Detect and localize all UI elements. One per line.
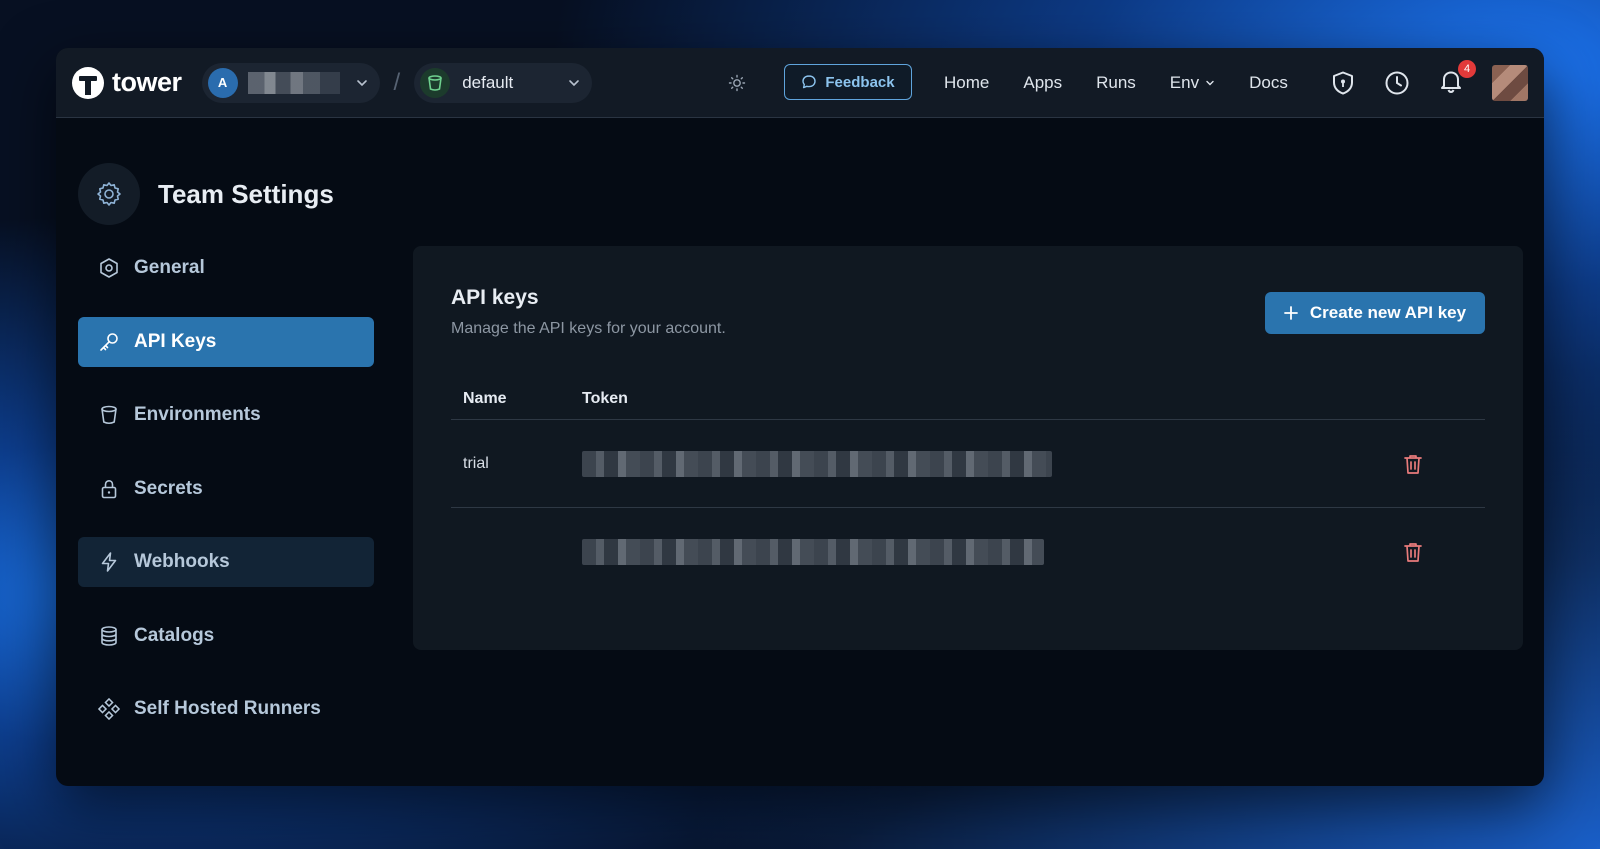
sun-icon[interactable] <box>728 74 746 92</box>
brand-logo[interactable]: tower <box>72 66 182 99</box>
sidebar-item-environments[interactable]: Environments <box>78 390 374 440</box>
panel-title: API keys <box>451 286 539 309</box>
notification-count-badge: 4 <box>1458 59 1476 78</box>
chevron-down-icon <box>1206 80 1214 86</box>
header-actions: 4 <box>1330 48 1528 118</box>
feedback-button[interactable]: Feedback <box>784 64 912 100</box>
sidebar-item-self-hosted-runners[interactable]: Self Hosted Runners <box>78 684 374 734</box>
settings-menu: General API Keys Environments Secrets We… <box>78 243 374 734</box>
feedback-label: Feedback <box>825 73 895 91</box>
create-api-key-button[interactable]: Create new API key <box>1265 292 1485 334</box>
sidebar-item-catalogs[interactable]: Catalogs <box>78 611 374 661</box>
api-keys-panel: API keys Manage the API keys for your ac… <box>413 246 1523 650</box>
column-header-name: Name <box>463 389 507 407</box>
settings-sidebar: Team Settings General API Keys Environme… <box>78 163 374 758</box>
lock-icon <box>101 479 117 498</box>
environment-selector[interactable]: default <box>414 62 593 103</box>
sidebar-item-secrets[interactable]: Secrets <box>78 464 374 514</box>
shield-icon[interactable] <box>1330 70 1356 96</box>
sidebar-item-webhooks[interactable]: Webhooks <box>78 537 374 587</box>
chevron-down-icon <box>569 79 579 86</box>
panel-subtitle: Manage the API keys for your account. <box>451 320 726 337</box>
nav-apps[interactable]: Apps <box>1023 73 1062 93</box>
key-icon <box>100 332 118 351</box>
clock-icon[interactable] <box>1384 70 1410 96</box>
team-avatar: A <box>207 67 238 98</box>
main-nav: Home Apps Runs Env Docs <box>944 48 1288 118</box>
bucket-icon <box>101 405 117 425</box>
nav-home[interactable]: Home <box>944 73 989 93</box>
token-redacted <box>582 450 1052 477</box>
lightning-icon <box>101 552 117 572</box>
sidebar-item-label: Webhooks <box>134 551 230 572</box>
nav-runs[interactable]: Runs <box>1096 73 1136 93</box>
notifications-button[interactable]: 4 <box>1438 59 1476 99</box>
column-header-token: Token <box>582 389 628 407</box>
gear-icon <box>78 163 140 225</box>
sidebar-item-label: API Keys <box>134 330 217 352</box>
chevron-down-icon <box>356 79 367 86</box>
page-title: Team Settings <box>158 178 334 209</box>
trash-icon[interactable] <box>1403 453 1423 475</box>
panel-header: API keys Manage the API keys for your ac… <box>451 286 1485 338</box>
user-avatar[interactable] <box>1492 65 1528 101</box>
create-api-key-label: Create new API key <box>1309 303 1467 322</box>
hexagon-icon <box>100 258 118 278</box>
nav-env[interactable]: Env <box>1170 73 1215 93</box>
nav-docs[interactable]: Docs <box>1249 73 1288 93</box>
sidebar-item-label: Catalogs <box>134 624 215 646</box>
chat-bubble-icon <box>802 75 817 89</box>
environment-name: default <box>462 72 514 92</box>
api-keys-table: Name Token trial <box>451 378 1485 596</box>
sidebar-item-api-keys[interactable]: API Keys <box>78 316 374 367</box>
brand-name: tower <box>112 67 182 97</box>
sidebar-item-general[interactable]: General <box>78 243 374 293</box>
top-bar: tower A / default Feedback Home Apps Run… <box>56 48 1544 118</box>
table-row <box>451 508 1485 596</box>
team-name-redacted <box>247 71 340 94</box>
sidebar-item-label: General <box>134 257 205 278</box>
tower-logo-icon <box>72 66 104 99</box>
token-redacted <box>582 539 1044 565</box>
sidebar-item-label: Self Hosted Runners <box>134 698 321 719</box>
table-header: Name Token <box>451 378 1485 420</box>
key-name: trial <box>463 454 489 472</box>
team-selector[interactable]: A <box>201 62 380 103</box>
settings-header: Team Settings <box>78 163 374 225</box>
nav-env-label: Env <box>1169 73 1200 92</box>
trash-icon[interactable] <box>1403 541 1423 563</box>
plus-icon <box>1283 306 1298 320</box>
diamond-nodes-icon <box>98 698 120 720</box>
sidebar-item-label: Secrets <box>134 477 203 499</box>
bucket-icon <box>420 67 451 98</box>
app-window: tower A / default Feedback Home Apps Run… <box>56 48 1544 786</box>
table-row: trial <box>451 420 1485 508</box>
database-icon <box>101 625 117 646</box>
sidebar-item-label: Environments <box>134 404 261 425</box>
path-separator: / <box>393 68 401 96</box>
